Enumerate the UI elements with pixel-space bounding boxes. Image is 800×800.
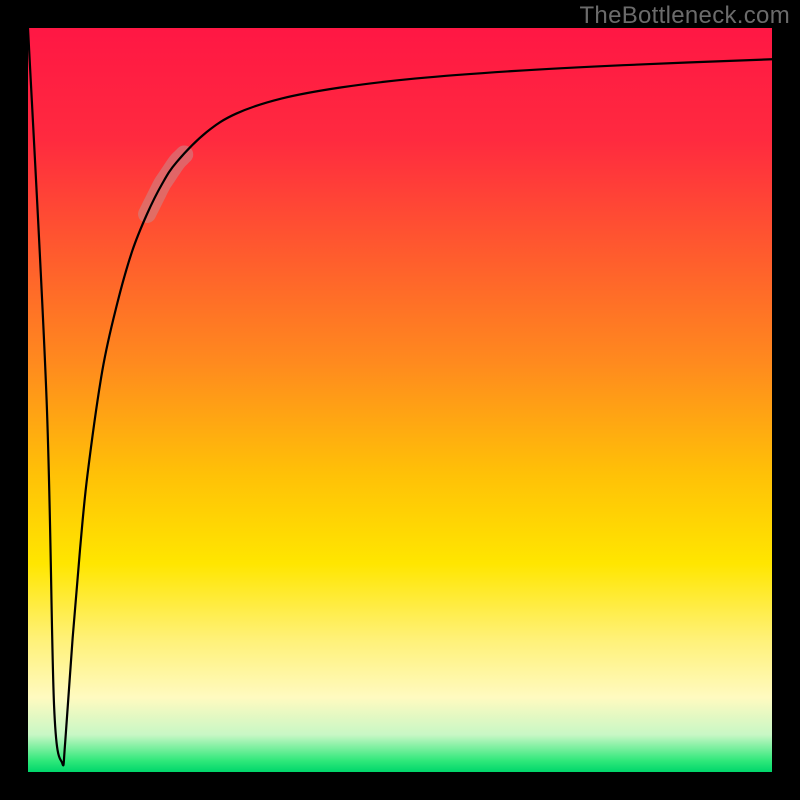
chart-container: TheBottleneck.com [0,0,800,800]
plot-background-gradient [28,28,772,772]
bottleneck-chart [0,0,800,800]
watermark-text: TheBottleneck.com [579,2,790,30]
